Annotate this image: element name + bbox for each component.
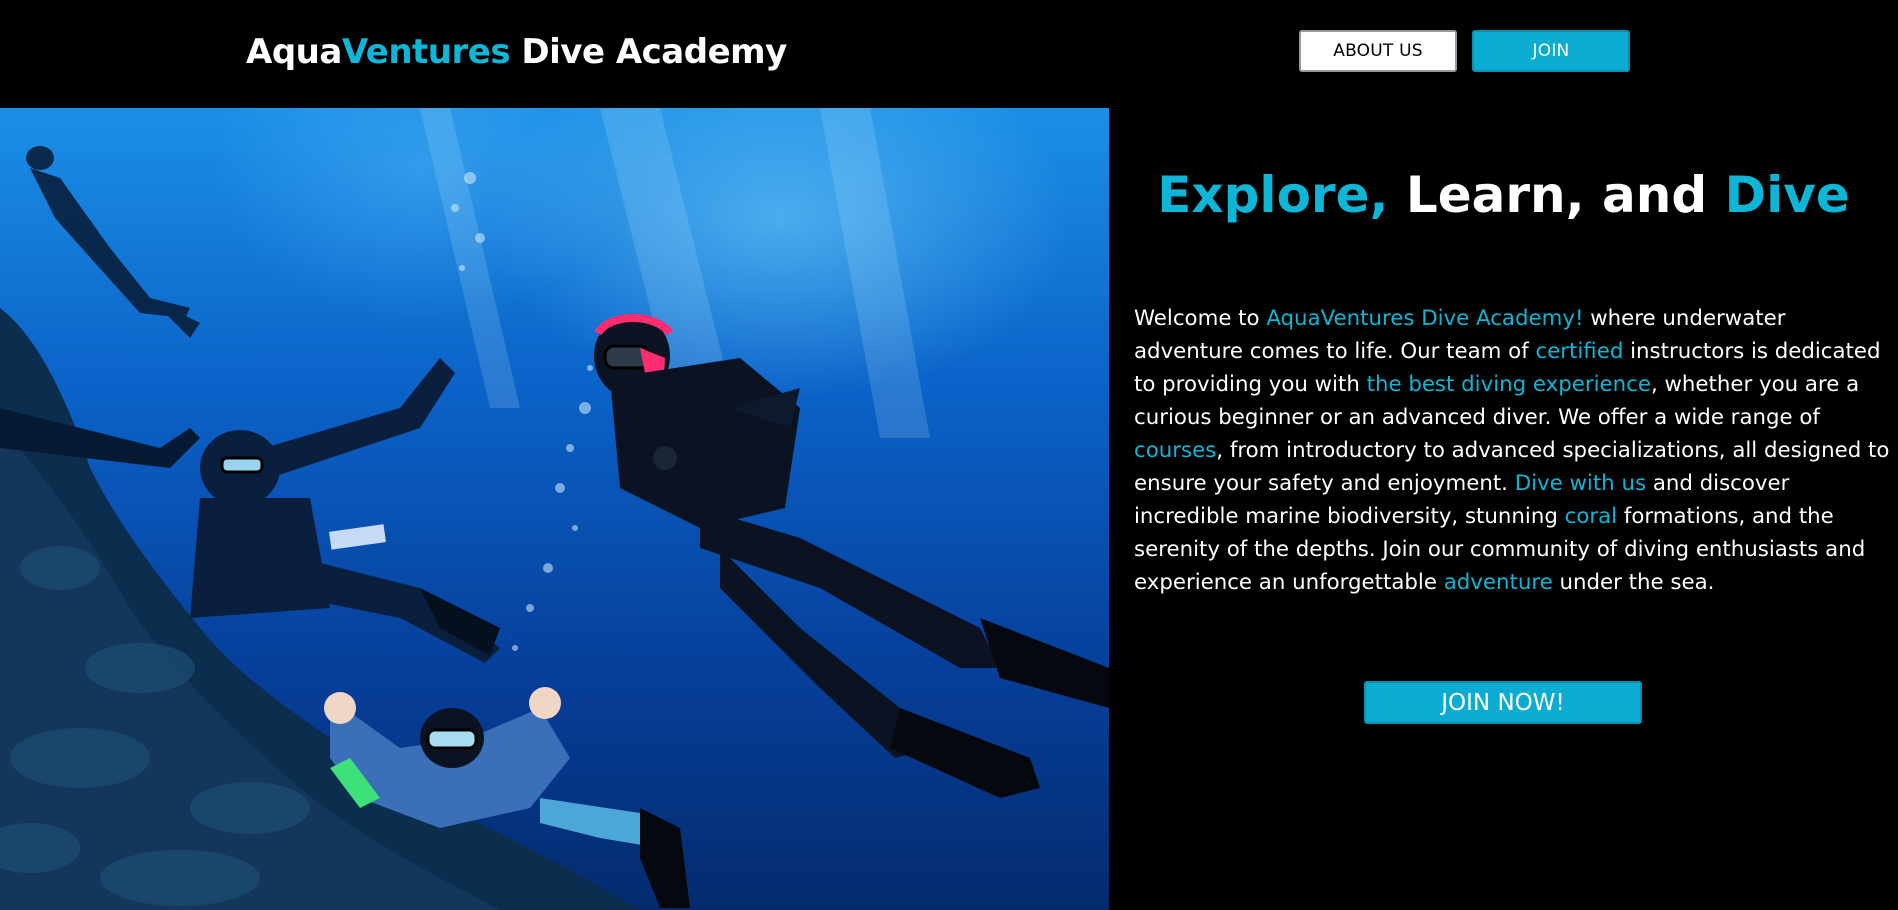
paragraph-highlight-coral: coral	[1564, 504, 1618, 529]
divers-illustration	[0, 108, 1109, 910]
hero-headline: Explore, Learn, and Dive	[1109, 162, 1898, 228]
welcome-paragraph: Welcome to AquaVentures Dive Academy! wh…	[1134, 302, 1890, 599]
headline-learn-and: Learn, and	[1388, 166, 1725, 224]
logo-part-dive-academy: Dive Academy	[510, 32, 787, 72]
site-logo[interactable]: AquaVentures Dive Academy	[246, 30, 787, 74]
logo-part-aqua: Aqua	[246, 32, 342, 72]
site-header: AquaVentures Dive Academy ABOUT US JOIN	[0, 0, 1898, 108]
headline-dive: Dive	[1724, 166, 1850, 224]
hero-photo-divers	[0, 108, 1109, 910]
paragraph-segment: under the sea.	[1552, 570, 1715, 595]
paragraph-highlight-best-diving-experience: the best diving experience	[1366, 372, 1651, 397]
join-button[interactable]: JOIN	[1472, 30, 1630, 72]
paragraph-segment: Welcome to	[1134, 306, 1267, 331]
headline-explore: Explore,	[1157, 166, 1389, 224]
logo-part-ventures: Ventures	[341, 32, 511, 72]
paragraph-highlight-courses: courses	[1134, 438, 1217, 463]
paragraph-highlight-certified: certified	[1535, 339, 1624, 364]
paragraph-highlight-academy-name: AquaVentures Dive Academy!	[1266, 306, 1584, 331]
paragraph-highlight-adventure: adventure	[1443, 570, 1553, 595]
paragraph-highlight-dive-with-us: Dive with us	[1514, 471, 1647, 496]
about-us-button[interactable]: ABOUT US	[1299, 30, 1457, 72]
join-now-button[interactable]: JOIN NOW!	[1364, 681, 1642, 724]
